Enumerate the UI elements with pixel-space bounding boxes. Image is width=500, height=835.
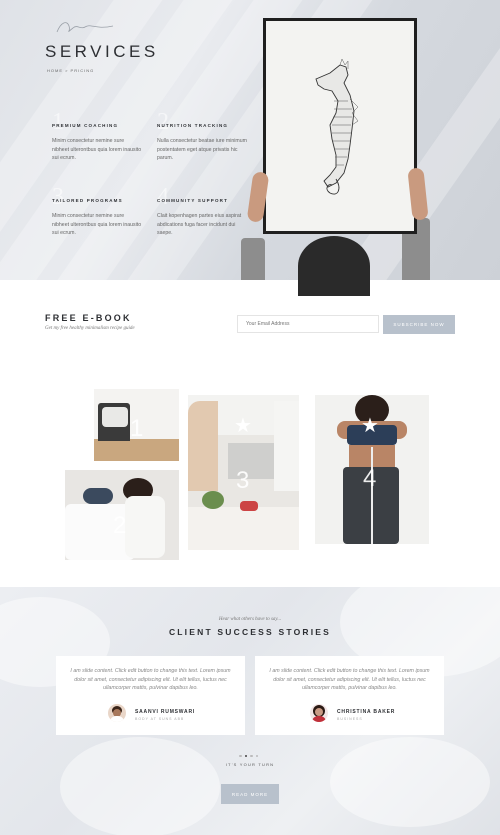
testimonials-kicker: Hear what others have to say... (218, 617, 282, 622)
slider-dots (239, 744, 261, 762)
gallery-number: 4 (363, 465, 377, 492)
star-icon: ★ (234, 415, 252, 437)
service-description: Nulla consectetur beatae iure minimum po… (157, 138, 247, 161)
testimonial-name: SAANVI RUMSWARI (135, 709, 196, 715)
testimonial-card: I am slide content. Click edit button to… (255, 656, 444, 735)
testimonial-role: BUSINESS (337, 717, 363, 721)
gallery-photo-kitchen[interactable]: ★ 3 (188, 395, 299, 550)
slider-dot-active[interactable] (244, 754, 247, 757)
ebook-subtitle: Get my free healthy minimalism recipe gu… (45, 326, 135, 331)
ebook-title: FREE E-BOOK (45, 313, 132, 323)
service-title: NUTRITION TRACKING (157, 123, 229, 128)
person-head (298, 236, 370, 296)
seahorse-illustration (315, 58, 359, 195)
seahorse-frame (263, 18, 417, 234)
service-title: COMMUNITY SUPPORT (157, 198, 229, 203)
gallery-number: 3 (236, 467, 250, 494)
service-description: Clait kopenhagen partes eius aspirat abd… (157, 213, 242, 236)
service-item-premium-coaching: 1 PREMIUM COACHING Minim consectetur nem… (52, 109, 142, 163)
testimonial-quote: I am slide content. Click edit button to… (269, 668, 430, 691)
subscribe-button[interactable]: SUBSCRIBE NOW (383, 315, 455, 334)
breadcrumb[interactable]: HOME > PRICING (47, 68, 94, 73)
service-description: Minim consectetur nemine sure nibheet ul… (52, 138, 142, 161)
gallery-photo-bedroom[interactable]: 2 (65, 470, 179, 560)
gallery-number: 1 (130, 415, 144, 442)
testimonials-title: CLIENT SUCCESS STORIES (168, 627, 332, 637)
slider-dot[interactable] (239, 754, 242, 757)
service-item-tailored-programs: 3 TAILORED PROGRAMS Minim consectetur ne… (52, 184, 142, 238)
service-title: TAILORED PROGRAMS (52, 198, 123, 203)
slider-dot[interactable] (250, 754, 253, 757)
service-item-community-support: 4 COMMUNITY SUPPORT Clait kopenhagen par… (157, 184, 247, 238)
service-item-nutrition-tracking: 2 NUTRITION TRACKING Nulla consectetur b… (157, 109, 247, 163)
your-turn-label: IT'S YOUR TURN (225, 762, 275, 767)
avatar (108, 704, 126, 722)
testimonial-name: CHRISTINA BAKER (337, 709, 396, 715)
left-sleeve (241, 238, 265, 280)
read-more-button[interactable]: READ MORE (221, 784, 279, 804)
signature-logo[interactable] (55, 18, 115, 38)
avatar (310, 704, 328, 722)
gallery-number: 2 (113, 512, 127, 539)
testimonial-quote: I am slide content. Click edit button to… (70, 668, 231, 691)
gallery-photo-fitness[interactable]: ★ 4 (315, 395, 429, 544)
service-description: Minim consectetur nemine sure nibheet ul… (52, 213, 142, 236)
gallery-photo-laundry[interactable]: 1 (94, 389, 179, 461)
testimonial-role: BODY AT SUNS ABB (135, 717, 185, 721)
service-title: PREMIUM COACHING (52, 123, 119, 128)
email-field[interactable] (237, 315, 379, 333)
slider-dot[interactable] (255, 754, 258, 757)
page-title: SERVICES (45, 42, 159, 61)
testimonial-card: I am slide content. Click edit button to… (56, 656, 245, 735)
star-icon: ★ (361, 415, 379, 437)
